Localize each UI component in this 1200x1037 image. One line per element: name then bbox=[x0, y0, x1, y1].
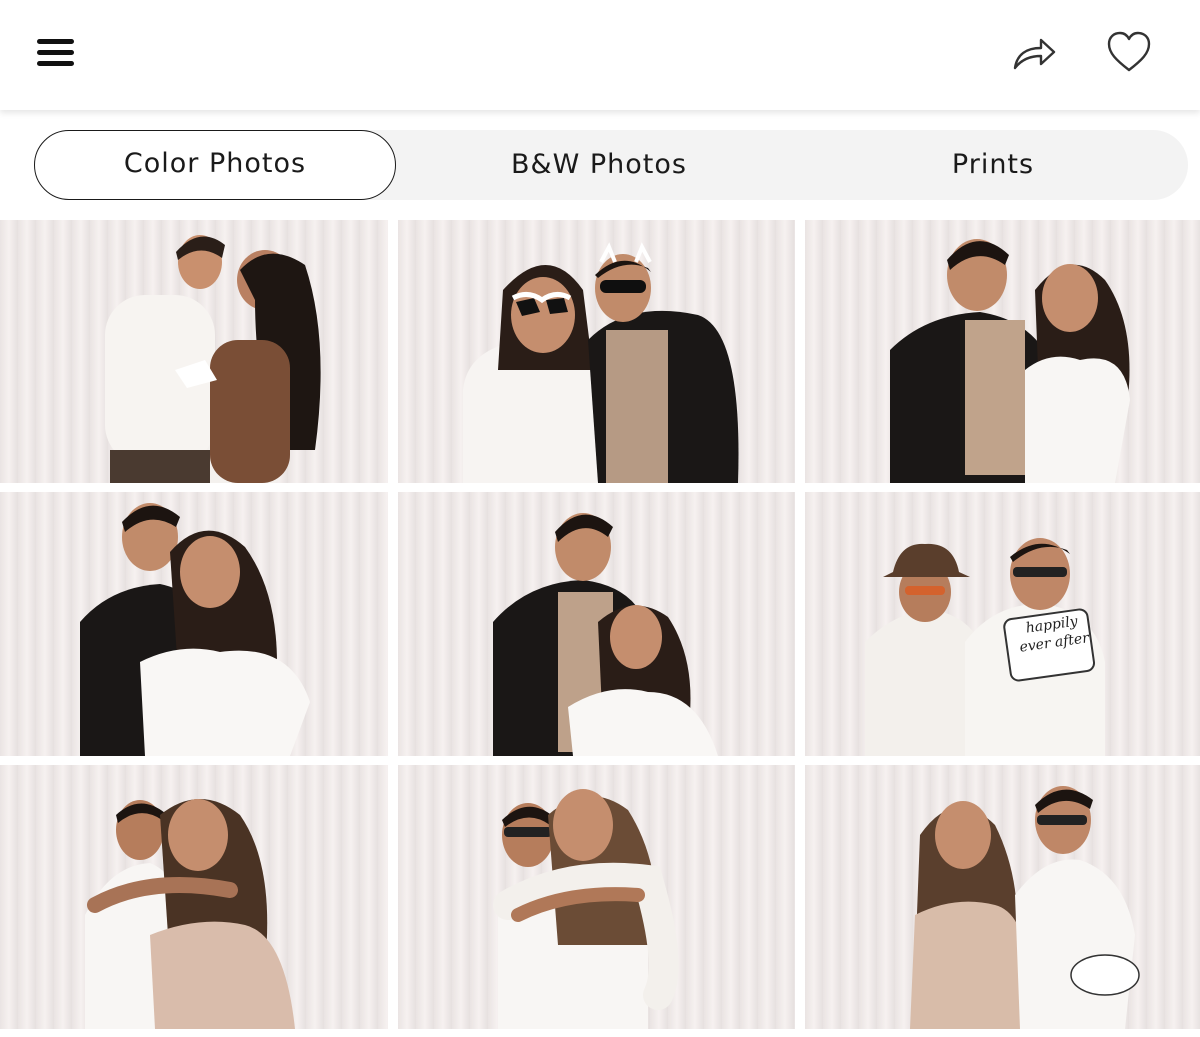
tab-bw-photos[interactable]: B&W Photos bbox=[414, 130, 784, 200]
photo-couple-smiling[interactable] bbox=[805, 220, 1200, 483]
share-arrow-icon[interactable] bbox=[1008, 30, 1060, 76]
photo-couple-satin-dress[interactable] bbox=[805, 765, 1200, 1029]
tab-prints[interactable]: Prints bbox=[804, 130, 1182, 200]
photo-couple-heart-sunglasses[interactable] bbox=[398, 220, 795, 483]
top-header bbox=[0, 0, 1200, 110]
photo-couple-piggyback[interactable] bbox=[398, 765, 795, 1029]
tab-color-photos[interactable]: Color Photos bbox=[34, 130, 396, 200]
photo-couple-embrace[interactable] bbox=[0, 492, 388, 756]
photo-two-men-with-sign[interactable]: happily ever after bbox=[805, 492, 1200, 756]
photo-type-tabs: Color Photos B&W Photos Prints bbox=[34, 130, 1188, 200]
photo-couple-pointing[interactable] bbox=[398, 492, 795, 756]
hamburger-menu-icon[interactable] bbox=[30, 30, 82, 76]
photo-couple-kiss[interactable] bbox=[0, 220, 388, 483]
heart-outline-icon[interactable] bbox=[1104, 28, 1154, 76]
photo-couple-hug[interactable] bbox=[0, 765, 388, 1029]
